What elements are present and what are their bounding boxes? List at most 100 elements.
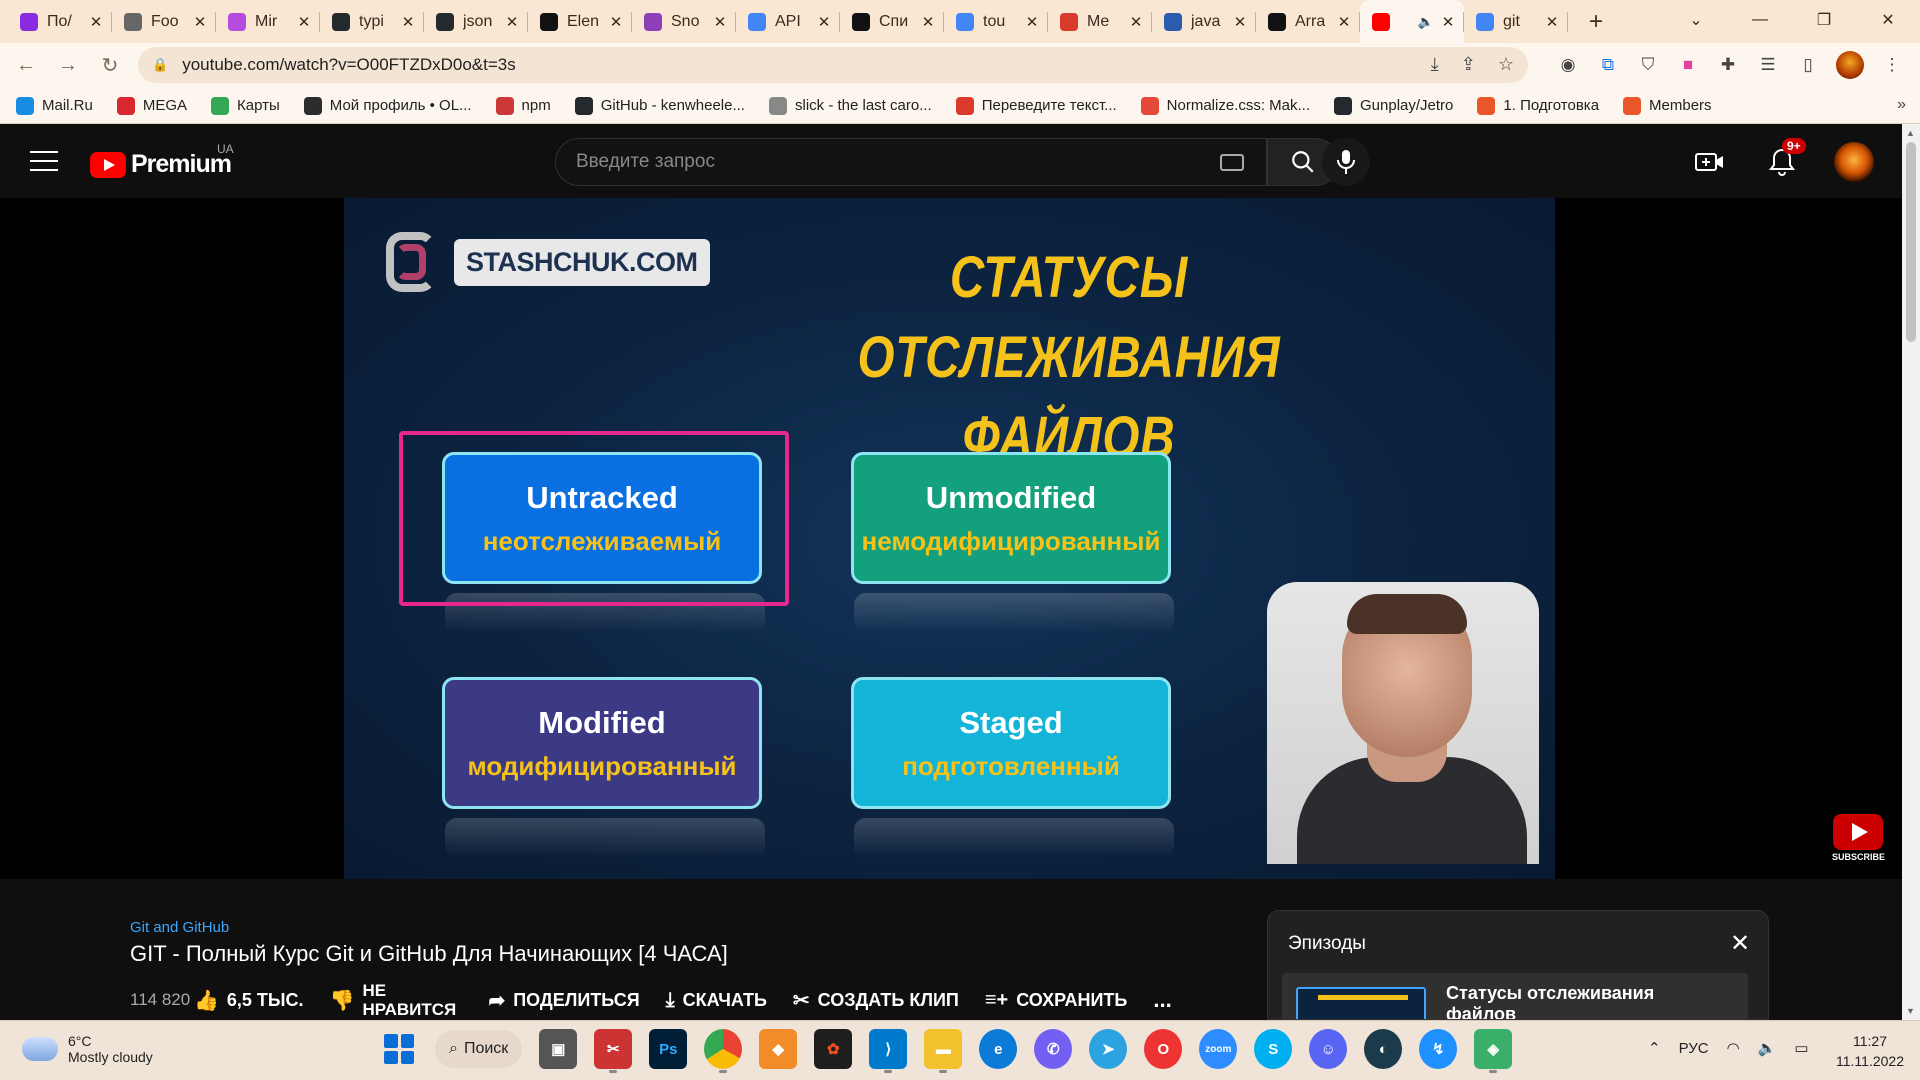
minimize-button[interactable]: — bbox=[1728, 0, 1792, 40]
scroll-up-icon[interactable]: ▲ bbox=[1906, 128, 1915, 138]
browser-tab[interactable]: java ✕ bbox=[1152, 0, 1256, 43]
bookmark-item[interactable]: Mail.Ru bbox=[16, 96, 93, 115]
battery-icon[interactable]: ▭ bbox=[1794, 1039, 1808, 1057]
search-input[interactable] bbox=[576, 151, 1176, 173]
close-window-button[interactable]: ✕ bbox=[1856, 0, 1920, 40]
browser-tab[interactable]: По/ ✕ bbox=[8, 0, 112, 43]
tab-close-icon[interactable]: ✕ bbox=[1544, 13, 1560, 31]
bookmark-star-icon[interactable]: ☆ bbox=[1498, 54, 1514, 75]
browser-tab[interactable]: Sno ✕ bbox=[632, 0, 736, 43]
shield-extension-icon[interactable]: ⛉ bbox=[1636, 53, 1660, 77]
tab-search-icon[interactable]: ⌄ bbox=[1664, 0, 1728, 40]
url-text[interactable]: youtube.com/watch?v=O00FTZDxD0o&t=3s bbox=[182, 55, 516, 75]
reload-icon[interactable]: ↻ bbox=[94, 50, 126, 82]
photoshop-icon[interactable]: Ps bbox=[649, 1029, 688, 1069]
profile-avatar[interactable] bbox=[1836, 51, 1864, 79]
vscode-icon[interactable]: ⟩ bbox=[869, 1029, 908, 1073]
like-button[interactable]: 👍 6,5 ТЫС. bbox=[194, 988, 304, 1013]
browser-tab[interactable]: Foo ✕ bbox=[112, 0, 216, 43]
subscribe-watermark[interactable]: SUBSCRIBE bbox=[1832, 814, 1885, 864]
share-icon[interactable]: ⇪ bbox=[1461, 54, 1476, 75]
browser-tab[interactable]: Elen ✕ bbox=[528, 0, 632, 43]
download-button[interactable]: ⤓ СКАЧАТЬ bbox=[666, 989, 767, 1012]
tab-audio-icon[interactable]: 🔈 bbox=[1418, 14, 1434, 30]
tab-close-icon[interactable]: ✕ bbox=[1336, 13, 1352, 31]
chevron-up-icon[interactable]: ⌃ bbox=[1648, 1039, 1661, 1057]
dislike-button[interactable]: 👎 НЕ НРАВИТСЯ bbox=[330, 981, 463, 1019]
browser-tab[interactable]: Arra ✕ bbox=[1256, 0, 1360, 43]
weather-widget[interactable]: 6°C Mostly cloudy bbox=[22, 1033, 153, 1065]
tab-close-icon[interactable]: ✕ bbox=[608, 13, 624, 31]
bookmark-item[interactable]: npm bbox=[495, 96, 551, 115]
browser-tab[interactable]: 🔈 ✕ bbox=[1360, 0, 1464, 43]
figma-icon[interactable]: ✿ bbox=[814, 1029, 853, 1069]
app-icon-dark[interactable]: ◐ bbox=[1364, 1029, 1403, 1069]
more-bookmarks-icon[interactable]: » bbox=[1897, 96, 1906, 114]
discord-icon[interactable]: ☺ bbox=[1309, 1029, 1348, 1069]
tab-close-icon[interactable]: ✕ bbox=[816, 13, 832, 31]
bookmark-item[interactable]: Карты bbox=[211, 96, 280, 115]
task-view-icon[interactable]: ▣ bbox=[539, 1029, 578, 1069]
video-player[interactable]: STASHCHUK.COM СТАТУСЫ ОТСЛЕЖИВАНИЯ ФАЙЛО… bbox=[344, 198, 1555, 879]
youtube-premium-logo[interactable]: Premium UA bbox=[90, 142, 234, 179]
start-button[interactable] bbox=[380, 1030, 418, 1068]
bookmark-item[interactable]: 1. Подготовка bbox=[1477, 96, 1599, 115]
color-extension-icon[interactable]: ■ bbox=[1676, 53, 1700, 77]
reading-list-icon[interactable]: ☰ bbox=[1756, 53, 1780, 77]
bookmark-item[interactable]: GitHub - kenwheele... bbox=[574, 96, 745, 115]
create-video-button[interactable] bbox=[1690, 142, 1730, 182]
episode-item[interactable]: Статусы отслеживания файлов bbox=[1282, 973, 1748, 1019]
keyboard-icon[interactable] bbox=[1220, 154, 1244, 171]
scroll-thumb[interactable] bbox=[1906, 142, 1916, 342]
browser-tab[interactable]: Спи ✕ bbox=[840, 0, 944, 43]
zoom-icon[interactable]: zoom bbox=[1199, 1029, 1238, 1069]
bookmark-item[interactable]: Members bbox=[1623, 96, 1712, 115]
language-indicator[interactable]: РУС bbox=[1679, 1040, 1709, 1057]
tab-close-icon[interactable]: ✕ bbox=[88, 13, 104, 31]
side-panel-icon[interactable]: ▯ bbox=[1796, 53, 1820, 77]
maximize-button[interactable]: ❐ bbox=[1792, 0, 1856, 40]
clip-button[interactable]: ✂ СОЗДАТЬ КЛИП bbox=[793, 988, 959, 1013]
tab-close-icon[interactable]: ✕ bbox=[192, 13, 208, 31]
back-icon[interactable]: ← bbox=[10, 50, 42, 82]
more-actions-button[interactable]: ... bbox=[1153, 987, 1171, 1013]
skype-icon[interactable]: S bbox=[1254, 1029, 1293, 1069]
puzzle-extensions-icon[interactable]: ✚ bbox=[1716, 53, 1740, 77]
volume-icon[interactable]: 🔈 bbox=[1758, 1039, 1777, 1057]
address-bar[interactable]: 🔒 youtube.com/watch?v=O00FTZDxD0o&t=3s ⤓… bbox=[138, 47, 1528, 83]
tab-close-icon[interactable]: ✕ bbox=[1440, 13, 1456, 31]
screenshot-extension-icon[interactable]: ◉ bbox=[1556, 53, 1580, 77]
tab-close-icon[interactable]: ✕ bbox=[1128, 13, 1144, 31]
tab-close-icon[interactable]: ✕ bbox=[504, 13, 520, 31]
opera-icon[interactable]: O bbox=[1144, 1029, 1183, 1069]
browser-tab[interactable]: Mir ✕ bbox=[216, 0, 320, 43]
tab-close-icon[interactable]: ✕ bbox=[1232, 13, 1248, 31]
hamburger-menu-icon[interactable] bbox=[30, 151, 58, 171]
forward-icon[interactable]: → bbox=[52, 50, 84, 82]
file-explorer-icon[interactable]: ▬ bbox=[924, 1029, 963, 1073]
tab-close-icon[interactable]: ✕ bbox=[296, 13, 312, 31]
viber-icon[interactable]: ✆ bbox=[1034, 1029, 1073, 1069]
browser-tab[interactable]: API ✕ bbox=[736, 0, 840, 43]
browser-tab[interactable]: git ✕ bbox=[1464, 0, 1568, 43]
chrome-menu-icon[interactable]: ⋮ bbox=[1880, 53, 1904, 77]
tab-close-icon[interactable]: ✕ bbox=[712, 13, 728, 31]
account-avatar[interactable] bbox=[1834, 142, 1874, 182]
bookmark-item[interactable]: Мой профиль • OL... bbox=[303, 96, 472, 115]
browser-tab[interactable]: tou ✕ bbox=[944, 0, 1048, 43]
browser-tab[interactable]: Me ✕ bbox=[1048, 0, 1152, 43]
scroll-down-icon[interactable]: ▼ bbox=[1906, 1006, 1915, 1016]
wifi-icon[interactable]: ◠ bbox=[1727, 1039, 1740, 1057]
notifications-button[interactable]: 9+ bbox=[1762, 138, 1806, 182]
git-kraken-icon[interactable]: ◈ bbox=[1474, 1029, 1513, 1073]
new-tab-icon[interactable]: + bbox=[1578, 4, 1614, 40]
close-icon[interactable]: ✕ bbox=[1730, 929, 1750, 958]
app-icon-orange[interactable]: ◆ bbox=[759, 1029, 798, 1069]
bookmark-item[interactable]: MEGA bbox=[116, 96, 187, 115]
edge-icon[interactable]: e bbox=[979, 1029, 1018, 1069]
browser-tab[interactable]: json ✕ bbox=[424, 0, 528, 43]
tab-close-icon[interactable]: ✕ bbox=[400, 13, 416, 31]
hashtag-link[interactable]: Git and GitHub bbox=[130, 919, 229, 936]
bookmark-item[interactable]: Gunplay/Jetro bbox=[1334, 96, 1453, 115]
chrome-icon[interactable] bbox=[704, 1029, 743, 1073]
